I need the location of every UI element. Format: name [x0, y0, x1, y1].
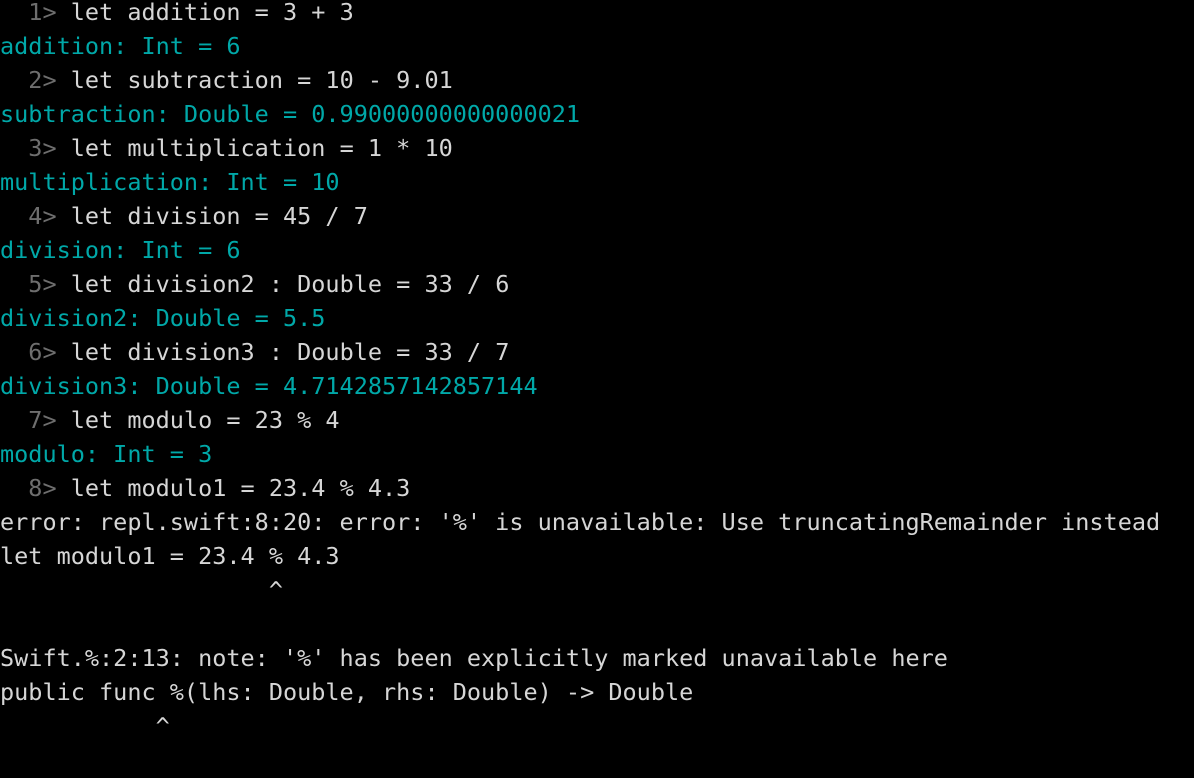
- note-line-text: public func %(lhs: Double, rhs: Double) …: [0, 678, 694, 706]
- result-line: division: Int = 6: [0, 233, 1194, 267]
- prompt-line: 8> let modulo1 = 23.4 % 4.3: [0, 471, 1194, 505]
- repl-prompt: 3>: [0, 134, 71, 162]
- caret-line-text: ^: [0, 712, 170, 740]
- result-line: subtraction: Double = 0.9900000000000002…: [0, 97, 1194, 131]
- prompt-line-text: let division2 : Double = 33 / 6: [70, 270, 510, 298]
- repl-prompt: 5>: [0, 270, 71, 298]
- prompt-line-text: let subtraction = 10 - 9.01: [70, 66, 453, 94]
- repl-prompt: 2>: [0, 66, 71, 94]
- note-line-text: Swift.%:2:13: note: '%' has been explici…: [0, 644, 948, 672]
- prompt-line-text: let modulo1 = 23.4 % 4.3: [70, 474, 411, 502]
- result-line: multiplication: Int = 10: [0, 165, 1194, 199]
- note-line: Swift.%:2:13: note: '%' has been explici…: [0, 641, 1194, 675]
- result-line-text: division3: Double = 4.7142857142857144: [0, 372, 538, 400]
- repl-prompt: 7>: [0, 406, 71, 434]
- error-line-text: error: repl.swift:8:20: error: '%' is un…: [0, 508, 1161, 536]
- error-line-text: let modulo1 = 23.4 % 4.3: [0, 542, 340, 570]
- result-line: addition: Int = 6: [0, 29, 1194, 63]
- result-line-text: modulo: Int = 3: [0, 440, 213, 468]
- result-line-text: addition: Int = 6: [0, 32, 241, 60]
- error-line: let modulo1 = 23.4 % 4.3: [0, 539, 1194, 573]
- prompt-line: 3> let multiplication = 1 * 10: [0, 131, 1194, 165]
- repl-prompt: 8>: [0, 474, 71, 502]
- result-line: division3: Double = 4.7142857142857144: [0, 369, 1194, 403]
- note-line: public func %(lhs: Double, rhs: Double) …: [0, 675, 1194, 709]
- prompt-line-text: let multiplication = 1 * 10: [70, 134, 453, 162]
- prompt-line: 1> let addition = 3 + 3: [0, 0, 1194, 29]
- prompt-line-text: let modulo = 23 % 4: [70, 406, 340, 434]
- caret-line-text: ^: [0, 576, 283, 604]
- terminal-window[interactable]: 1> let addition = 3 + 3 addition: Int = 6…: [0, 0, 1194, 773]
- prompt-line: 7> let modulo = 23 % 4: [0, 403, 1194, 437]
- repl-prompt: 6>: [0, 338, 71, 366]
- result-line-text: multiplication: Int = 10: [0, 168, 340, 196]
- result-line-text: subtraction: Double = 0.9900000000000002…: [0, 100, 581, 128]
- prompt-line-text: let division3 : Double = 33 / 7: [70, 338, 510, 366]
- result-line-text: division: Int = 6: [0, 236, 241, 264]
- error-line: error: repl.swift:8:20: error: '%' is un…: [0, 505, 1194, 539]
- result-line: modulo: Int = 3: [0, 437, 1194, 471]
- prompt-line: 5> let division2 : Double = 33 / 6: [0, 267, 1194, 301]
- prompt-line-text: let addition = 3 + 3: [70, 0, 354, 26]
- prompt-line: 6> let division3 : Double = 33 / 7: [0, 335, 1194, 369]
- repl-prompt: 1>: [0, 0, 71, 26]
- result-line: division2: Double = 5.5: [0, 301, 1194, 335]
- prompt-line: 2> let subtraction = 10 - 9.01: [0, 63, 1194, 97]
- caret-line: ^: [0, 573, 1194, 607]
- repl-prompt: 4>: [0, 202, 71, 230]
- prompt-line: 4> let division = 45 / 7: [0, 199, 1194, 233]
- caret-line: ^: [0, 709, 1194, 743]
- result-line-text: division2: Double = 5.5: [0, 304, 326, 332]
- prompt-line-text: let division = 45 / 7: [70, 202, 368, 230]
